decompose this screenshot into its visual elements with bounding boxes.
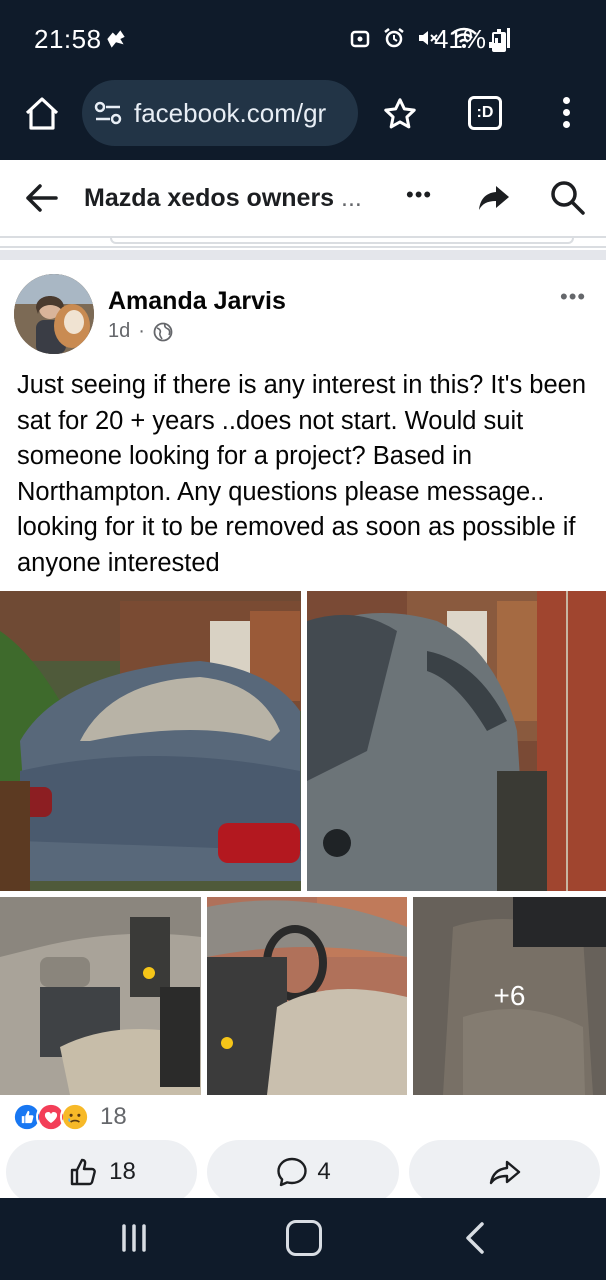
like-thumb-icon — [70, 1158, 97, 1186]
post-photo-5[interactable]: +6 — [413, 897, 606, 1095]
share-icon — [489, 1160, 520, 1185]
globe-icon — [153, 322, 173, 341]
feed-separator — [0, 250, 606, 260]
author-avatar[interactable] — [14, 274, 94, 354]
address-bar[interactable]: facebook.com/gr — [82, 80, 358, 146]
reactions-count: 18 — [100, 1103, 127, 1130]
lock-alarm-icon — [350, 30, 370, 48]
site-settings-icon[interactable] — [94, 100, 122, 126]
url-text[interactable]: facebook.com/gr — [134, 98, 346, 129]
post-photo-2[interactable] — [307, 591, 606, 891]
post-options-icon[interactable]: ••• — [560, 284, 586, 310]
back-nav-icon[interactable] — [460, 1220, 490, 1256]
post-meta: 1d · — [108, 320, 173, 343]
post-photo-1[interactable] — [0, 591, 301, 891]
tab-switcher-button[interactable]: :D — [468, 96, 502, 130]
search-icon[interactable] — [548, 178, 586, 216]
title-ellipsis: ... — [341, 184, 362, 212]
back-arrow-icon[interactable] — [22, 178, 62, 218]
status-bar: 21:58 41% — [0, 0, 606, 80]
comment-bubble-icon — [277, 1157, 308, 1187]
sad-reaction-icon — [60, 1102, 90, 1132]
like-count: 18 — [109, 1158, 136, 1185]
meta-separator: · — [138, 320, 145, 342]
author-name[interactable]: Amanda Jarvis — [108, 287, 286, 316]
battery-icon — [492, 29, 506, 52]
home-icon[interactable] — [22, 94, 62, 134]
bookmark-star-icon[interactable] — [382, 96, 418, 132]
status-time: 21:58 — [34, 24, 102, 54]
group-title[interactable]: Mazda xedos owners ... — [84, 184, 362, 213]
composer-peek — [0, 238, 606, 248]
post-actions: 18 4 — [0, 1140, 606, 1204]
group-title-text: Mazda xedos owners — [84, 184, 335, 212]
header-more-icon[interactable]: ••• — [406, 182, 432, 208]
notification-icon — [107, 30, 125, 48]
more-photos-overlay[interactable]: +6 — [413, 897, 606, 1095]
post-age[interactable]: 1d — [108, 320, 130, 343]
system-nav-bar — [0, 1198, 606, 1280]
battery-percent: 41% — [433, 24, 486, 54]
browser-menu-icon[interactable] — [556, 94, 576, 134]
browser-toolbar: facebook.com/gr :D — [0, 80, 606, 160]
post-photo-4[interactable] — [207, 897, 407, 1095]
share-button[interactable] — [409, 1140, 600, 1204]
group-header: Mazda xedos owners ... ••• — [0, 160, 606, 238]
alarm-icon — [384, 28, 404, 48]
home-nav-icon[interactable] — [286, 1220, 322, 1256]
reactions-summary[interactable]: 18 — [12, 1100, 127, 1134]
post-text: Just seeing if there is any interest in … — [17, 371, 587, 577]
share-arrow-icon[interactable] — [476, 180, 512, 216]
comment-count: 4 — [317, 1158, 331, 1185]
comment-button[interactable]: 4 — [207, 1140, 399, 1204]
recent-apps-icon[interactable] — [118, 1224, 150, 1252]
like-button[interactable]: 18 — [6, 1140, 197, 1204]
post-photo-3[interactable] — [0, 897, 201, 1095]
